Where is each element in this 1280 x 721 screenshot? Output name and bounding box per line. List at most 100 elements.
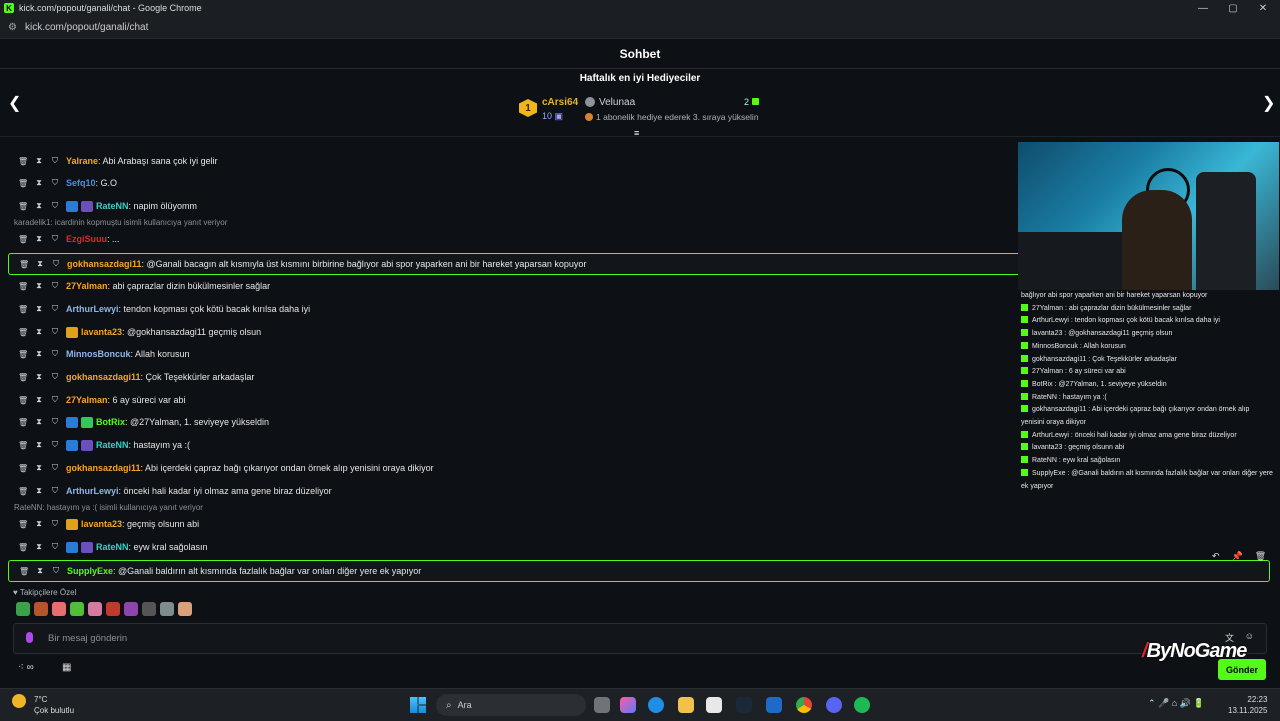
delete-icon[interactable]: 🗑 xyxy=(18,235,28,244)
address-bar[interactable]: ⚙ kick.com/popout/ganali/chat xyxy=(0,16,1280,39)
ban-icon[interactable]: ⛉ xyxy=(50,281,60,291)
delete-icon[interactable]: 🗑 xyxy=(18,543,28,552)
outlook-icon[interactable] xyxy=(766,697,782,713)
chat-message[interactable]: 🗑 ⧗ ⛉ BotRix: @27Yalman, 1. seviyeye yüksel… xyxy=(8,412,269,432)
edge-icon[interactable] xyxy=(648,697,664,713)
chat-message[interactable]: 🗑 ⧗ ⛉ 27Yalman: 6 ay süreci var abi xyxy=(8,390,186,410)
chat-username[interactable]: RateNN xyxy=(96,201,129,211)
task-view-icon[interactable] xyxy=(594,697,610,713)
chat-message[interactable]: 🗑 ⧗ ⛉ RateNN: eyw kral sağolasın xyxy=(8,537,208,557)
chat-username[interactable]: EzgiSuuu xyxy=(66,234,107,244)
ban-icon[interactable]: ⛉ xyxy=(50,463,60,473)
delete-icon[interactable]: 🗑 xyxy=(18,418,28,427)
prev-arrow-icon[interactable]: ❮ xyxy=(8,93,21,113)
chrome-icon[interactable] xyxy=(796,697,812,713)
store-app-icon[interactable] xyxy=(706,697,722,713)
delete-icon[interactable]: 🗑 xyxy=(18,373,28,382)
timeout-icon[interactable]: ⧗ xyxy=(34,463,44,473)
emote-icon[interactable] xyxy=(88,602,102,616)
ban-icon[interactable]: ⛉ xyxy=(50,327,60,337)
chat-username[interactable]: 27Yalman xyxy=(66,395,108,405)
ban-icon[interactable]: ⛉ xyxy=(50,519,60,529)
spotify-icon[interactable] xyxy=(854,697,870,713)
emote-icon[interactable] xyxy=(106,602,120,616)
ban-icon[interactable]: ⛉ xyxy=(50,417,60,427)
timeout-icon[interactable]: ⧗ xyxy=(34,201,44,211)
ban-icon[interactable]: ⛉ xyxy=(50,486,60,496)
restore-icon[interactable]: ▢ xyxy=(1218,0,1248,16)
timeout-icon[interactable]: ⧗ xyxy=(34,519,44,529)
ban-icon[interactable]: ⛉ xyxy=(51,566,61,576)
ban-icon[interactable]: ⛉ xyxy=(50,178,60,188)
mic-icon[interactable] xyxy=(26,632,33,643)
chat-username[interactable]: gokhansazdagi11 xyxy=(67,259,142,269)
chat-message[interactable]: 🗑 ⧗ ⛉ 27Yalman: abi çaprazlar dizin bükülme… xyxy=(8,276,270,296)
timeout-icon[interactable]: ⧗ xyxy=(34,327,44,337)
delete-icon[interactable]: 🗑 xyxy=(18,396,28,405)
reply-icon[interactable]: ↶ xyxy=(1212,551,1220,562)
delete-icon[interactable]: 🗑 xyxy=(18,487,28,496)
copilot-icon[interactable] xyxy=(620,697,636,713)
next-arrow-icon[interactable]: ❯ xyxy=(1262,93,1275,113)
chat-message[interactable]: 🗑 ⧗ ⛉ RateNN: hastayım ya :( xyxy=(8,435,190,455)
chat-message[interactable]: 🗑 ⧗ ⛉ MinnosBoncuk: Allah korusun xyxy=(8,344,190,364)
emote-icon[interactable] xyxy=(178,602,192,616)
chat-username[interactable]: ArthurLewyi xyxy=(66,486,119,496)
chat-username[interactable]: 27Yalman xyxy=(66,281,108,291)
ban-icon[interactable]: ⛉ xyxy=(50,234,60,244)
chat-message[interactable]: 🗑 ⧗ ⛉ Sefq10: G.O xyxy=(8,173,117,193)
timeout-icon[interactable]: ⧗ xyxy=(34,372,44,382)
chat-message[interactable]: 🗑 ⧗ ⛉ lavanta23: geçmiş olsunn abi xyxy=(8,514,199,534)
chat-username[interactable]: RateNN xyxy=(96,440,129,450)
delete-icon[interactable]: 🗑 xyxy=(18,179,28,188)
chat-message[interactable]: 🗑 ⧗ ⛉ ArthurLewyi: tendon kopması çok kötü … xyxy=(8,299,310,319)
dots-icon[interactable]: ⁖ xyxy=(18,662,24,673)
ban-icon[interactable]: ⛉ xyxy=(50,395,60,405)
delete-icon[interactable]: 🗑 xyxy=(19,567,29,576)
emote-icon[interactable] xyxy=(70,602,84,616)
chat-username[interactable]: BotRix xyxy=(96,417,125,427)
emote-icon[interactable] xyxy=(34,602,48,616)
chat-message[interactable]: 🗑 ⧗ ⛉ gokhansazdagi11: Abi içerdeki çapraz … xyxy=(8,458,434,478)
clock[interactable]: 22:23 13.11.2025 xyxy=(1228,694,1267,716)
chat-message[interactable]: 🗑 ⧗ ⛉ Yalrane: Abi Arabaşı sana çok iyi gel… xyxy=(8,151,218,171)
start-icon[interactable] xyxy=(410,697,426,713)
chat-username[interactable]: gokhansazdagi11 xyxy=(66,463,141,473)
chat-username[interactable]: Yalrane xyxy=(66,156,98,166)
system-tray[interactable]: ⌃ 🎤 ⌂ 🔊 🔋 xyxy=(1148,698,1205,709)
ban-icon[interactable]: ⛉ xyxy=(51,259,61,269)
weather-widget[interactable] xyxy=(12,694,31,708)
taskbar-search[interactable]: ⌕ Ara xyxy=(436,694,586,716)
chat-message[interactable]: 🗑 ⧗ ⛉ ArthurLewyi: önceki hali kadar iyi ol… xyxy=(8,481,332,501)
ban-icon[interactable]: ⛉ xyxy=(50,201,60,211)
pin-icon[interactable]: 📌 xyxy=(1232,551,1243,562)
emote-icon[interactable] xyxy=(16,602,30,616)
chat-username[interactable]: MinnosBoncuk xyxy=(66,349,131,359)
delete-icon[interactable]: 🗑 xyxy=(1255,551,1266,562)
minimize-icon[interactable]: — xyxy=(1188,0,1218,16)
timeout-icon[interactable]: ⧗ xyxy=(35,259,45,269)
second-gifter-name[interactable]: Velunaa xyxy=(599,97,635,108)
ban-icon[interactable]: ⛉ xyxy=(50,440,60,450)
emote-icon[interactable] xyxy=(124,602,138,616)
chat-message[interactable]: 🗑 ⧗ ⛉ gokhansazdagi11: Çok Teşekkürler arka… xyxy=(8,367,254,387)
emote-icon[interactable] xyxy=(160,602,174,616)
delete-icon[interactable]: 🗑 xyxy=(18,520,28,529)
ban-icon[interactable]: ⛉ xyxy=(50,349,60,359)
chat-username[interactable]: lavanta23 xyxy=(81,327,122,337)
timeout-icon[interactable]: ⧗ xyxy=(34,156,44,166)
chat-username[interactable]: Sefq10 xyxy=(66,178,96,188)
chat-message[interactable]: 🗑 ⧗ ⛉ EzgiSuuu: ... xyxy=(8,229,120,249)
steam-icon[interactable] xyxy=(736,697,752,713)
chat-username[interactable]: SupplyExe xyxy=(67,566,113,576)
timeout-icon[interactable]: ⧗ xyxy=(34,178,44,188)
emote-icon[interactable] xyxy=(142,602,156,616)
chat-username[interactable]: gokhansazdagi11 xyxy=(66,372,141,382)
store-icon[interactable]: ▦ xyxy=(62,662,71,673)
top-gifter-name[interactable]: cArsi64 xyxy=(542,97,578,108)
timeout-icon[interactable]: ⧗ xyxy=(35,566,45,576)
timeout-icon[interactable]: ⧗ xyxy=(34,281,44,291)
delete-icon[interactable]: 🗑 xyxy=(18,157,28,166)
chat-username[interactable]: ArthurLewyi xyxy=(66,304,119,314)
emote-icon[interactable] xyxy=(52,602,66,616)
